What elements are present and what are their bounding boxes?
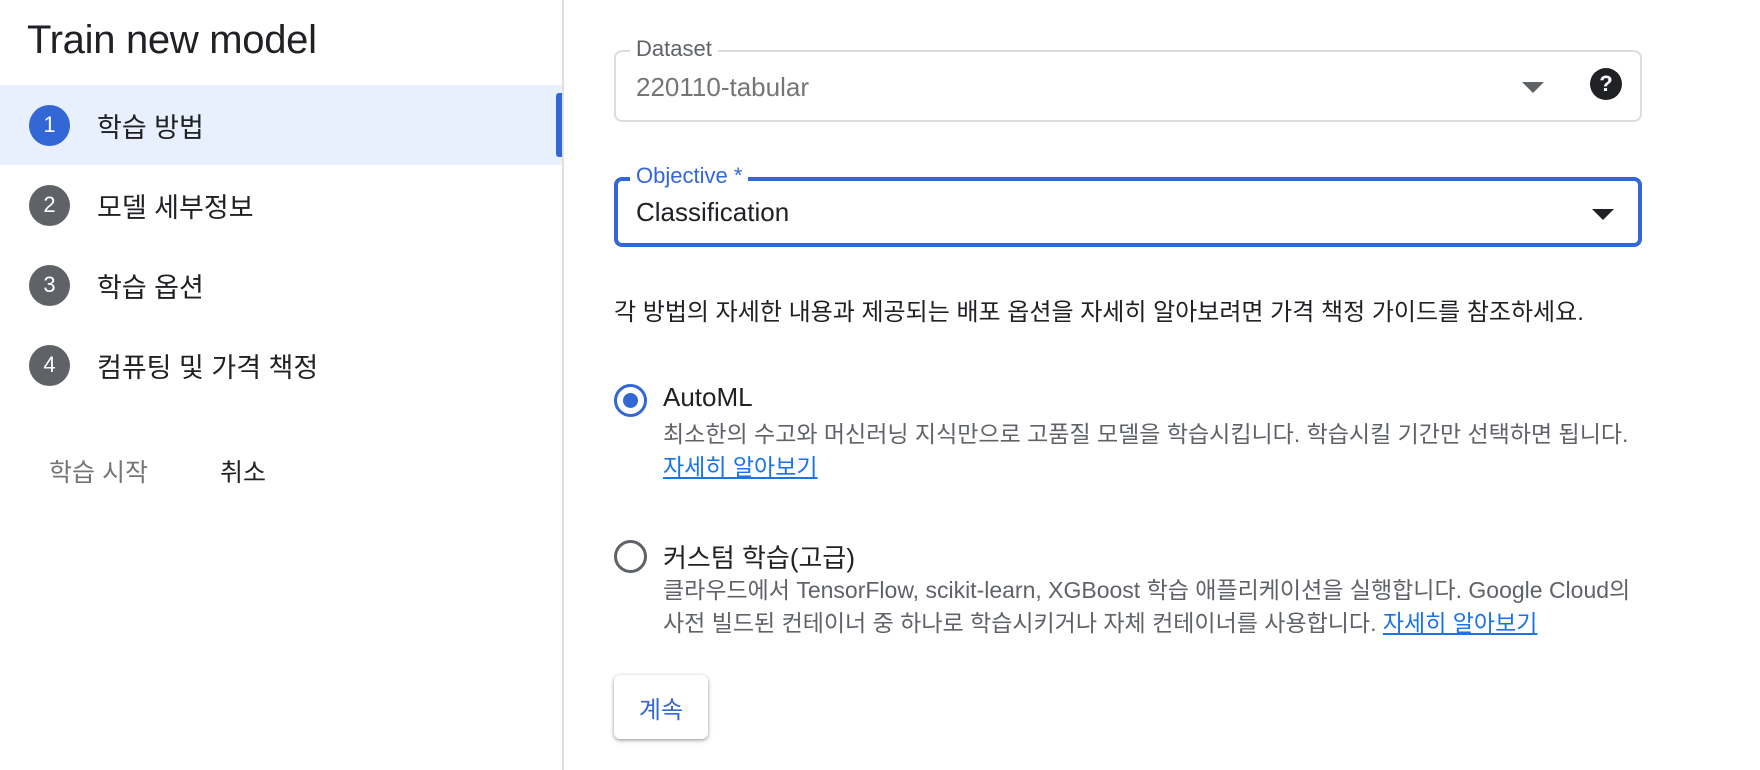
step-compute-pricing[interactable]: 4 컴퓨팅 및 가격 책정 bbox=[0, 325, 562, 405]
page-title: Train new model bbox=[27, 18, 317, 62]
step-label: 컴퓨팅 및 가격 책정 bbox=[97, 352, 319, 383]
stepper-sidebar: Train new model 1 학습 방법 2 모델 세부정보 3 학습 옵… bbox=[0, 0, 564, 770]
cancel-button[interactable]: 취소 bbox=[220, 453, 266, 489]
objective-label: Objective * bbox=[630, 163, 749, 189]
help-icon[interactable]: ? bbox=[1590, 68, 1622, 100]
step-number-badge: 3 bbox=[29, 264, 70, 306]
step-label: 학습 옵션 bbox=[97, 272, 204, 303]
custom-training-description: 클라우드에서 TensorFlow, scikit-learn, XGBoost… bbox=[663, 577, 1631, 636]
step-number-badge: 2 bbox=[29, 184, 70, 226]
step-label: 학습 방법 bbox=[97, 112, 204, 143]
objective-select[interactable]: Objective * Classification bbox=[614, 163, 1642, 247]
dataset-select[interactable]: Dataset 220110-tabular ? bbox=[614, 36, 1642, 122]
start-training-button[interactable]: 학습 시작 bbox=[49, 453, 148, 489]
step-number-badge: 1 bbox=[29, 104, 70, 146]
pricing-guide-description: 각 방법의 자세한 내용과 제공되는 배포 옵션을 자세히 알아보려면 가격 책… bbox=[614, 299, 1584, 326]
automl-label[interactable]: AutoML bbox=[663, 382, 753, 413]
continue-button[interactable]: 계속 bbox=[614, 675, 708, 739]
dropdown-arrow-icon bbox=[1522, 82, 1544, 93]
step-training-method[interactable]: 1 학습 방법 bbox=[0, 85, 562, 165]
custom-training-learn-more-link[interactable]: 자세히 알아보기 bbox=[1383, 610, 1538, 636]
dataset-label: Dataset bbox=[630, 36, 718, 62]
automl-description: 최소한의 수고와 머신러닝 지식만으로 고품질 모델을 학습시킵니다. 학습시킬… bbox=[663, 421, 1629, 480]
custom-training-radio[interactable] bbox=[614, 540, 647, 573]
automl-radio[interactable] bbox=[614, 384, 647, 417]
step-label: 모델 세부정보 bbox=[97, 192, 254, 223]
objective-value: Classification bbox=[636, 197, 790, 227]
dropdown-arrow-icon bbox=[1592, 209, 1614, 220]
automl-learn-more-link[interactable]: 자세히 알아보기 bbox=[663, 454, 818, 480]
sidebar-actions: 학습 시작 취소 bbox=[49, 453, 266, 489]
step-number-badge: 4 bbox=[29, 344, 70, 386]
dataset-value: 220110-tabular bbox=[636, 72, 809, 102]
step-training-options[interactable]: 3 학습 옵션 bbox=[0, 245, 562, 325]
custom-training-label[interactable]: 커스텀 학습(고급) bbox=[663, 538, 855, 575]
step-model-details[interactable]: 2 모델 세부정보 bbox=[0, 165, 562, 245]
